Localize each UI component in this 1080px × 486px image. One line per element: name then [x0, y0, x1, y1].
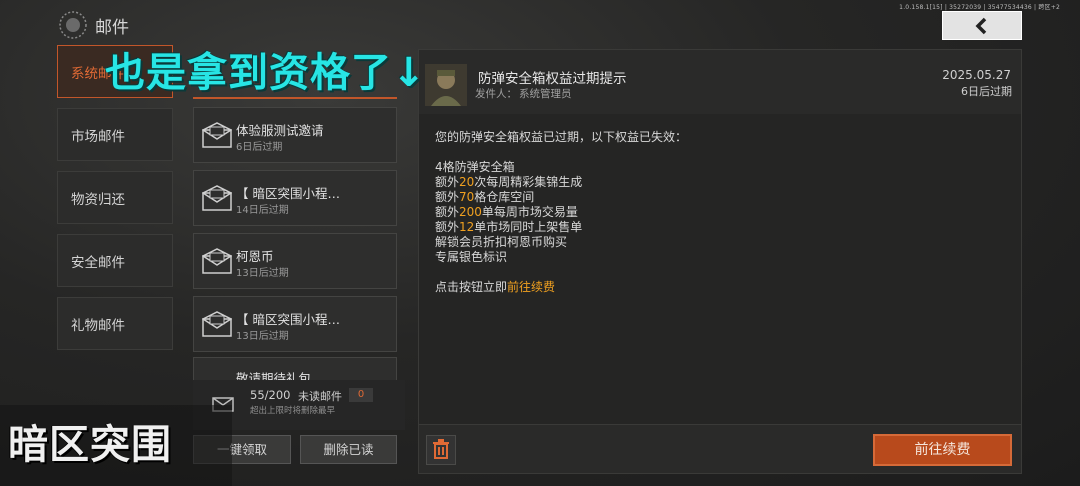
delete-read-button[interactable]: 删除已读 [300, 435, 397, 464]
sender-label: 发件人： [475, 88, 517, 100]
mail-globe-icon [58, 10, 88, 40]
mail-detail-expire: 6日后过期 [961, 85, 1012, 98]
mail-expire: 13日后过期 [236, 331, 289, 342]
divider [419, 424, 1021, 425]
mail-title: 【 暗区突围小程… [236, 312, 340, 327]
mail-cta-line: 点击按钮立即前往续费 [435, 280, 556, 294]
category-security-mail[interactable]: 安全邮件 [57, 234, 173, 287]
benefit-item: 额外20次每周精彩集锦生成 [435, 175, 583, 189]
sender-avatar [425, 64, 467, 106]
renew-button[interactable]: 前往续费 [873, 434, 1012, 466]
mail-intro: 您的防弹安全箱权益已过期，以下权益已失效： [435, 130, 688, 144]
sender-name: 系统管理员 [519, 88, 572, 100]
envelope-icon [202, 185, 232, 211]
benefit-item: 4格防弹安全箱 [435, 160, 515, 174]
game-logo: 暗区突围 [8, 422, 172, 468]
list-item[interactable]: 体验服测试邀请 6日后过期 [193, 107, 397, 163]
envelope-icon [202, 248, 232, 274]
envelope-icon [202, 122, 232, 148]
mail-title: 柯恩币 [236, 249, 274, 264]
delete-mail-button[interactable] [426, 435, 456, 465]
benefit-item: 解锁会员折扣柯恩币购买 [435, 235, 568, 249]
back-button[interactable] [942, 11, 1022, 40]
benefit-item: 额外200单每周市场交易量 [435, 205, 578, 219]
mail-expire: 14日后过期 [236, 205, 289, 216]
version-info: 1.0.158.1[15] | 35272039 | 35477534436 |… [899, 4, 1060, 11]
renew-link[interactable]: 前往续费 [507, 280, 555, 294]
chevron-left-icon [975, 17, 987, 35]
envelope-icon [202, 311, 232, 337]
mail-expire: 13日后过期 [236, 268, 289, 279]
category-gift-mail[interactable]: 礼物邮件 [57, 297, 173, 350]
benefit-item: 专属银色标识 [435, 250, 508, 264]
page-title: 邮件 [95, 18, 129, 38]
unread-label: 未读邮件 [298, 390, 342, 403]
mail-date: 2025.05.27 [942, 68, 1011, 82]
mail-expire: 6日后过期 [236, 142, 283, 153]
unread-badge: 0 [349, 388, 373, 402]
benefit-item: 额外70格仓库空间 [435, 190, 535, 204]
category-supply-return[interactable]: 物资归还 [57, 171, 173, 224]
mail-detail-title: 防弹安全箱权益过期提示 [478, 71, 627, 87]
mail-limit-warning: 超出上限时将删除最早 [250, 406, 336, 416]
list-item[interactable]: 柯恩币 13日后过期 [193, 233, 397, 289]
mail-content: 您的防弹安全箱权益已过期，以下权益已失效： 4格防弹安全箱 额外20次每周精彩集… [435, 130, 687, 295]
category-label: 礼物邮件 [71, 317, 125, 334]
list-item[interactable]: 【 暗区突围小程… 14日后过期 [193, 170, 397, 226]
category-market-mail[interactable]: 市场邮件 [57, 108, 173, 161]
category-label: 安全邮件 [71, 254, 125, 271]
benefit-item: 额外12单市场同时上架售单 [435, 220, 583, 234]
trash-icon [433, 439, 449, 459]
mail-title: 体验服测试邀请 [236, 123, 324, 138]
category-label: 物资归还 [71, 191, 125, 208]
mail-count: 55/200 [250, 388, 291, 402]
mail-title: 【 暗区突围小程… [236, 186, 340, 201]
list-item[interactable]: 【 暗区突围小程… 13日后过期 [193, 296, 397, 352]
category-label: 市场邮件 [71, 128, 125, 145]
overlay-caption: 也是拿到资格了↓ [105, 50, 427, 96]
